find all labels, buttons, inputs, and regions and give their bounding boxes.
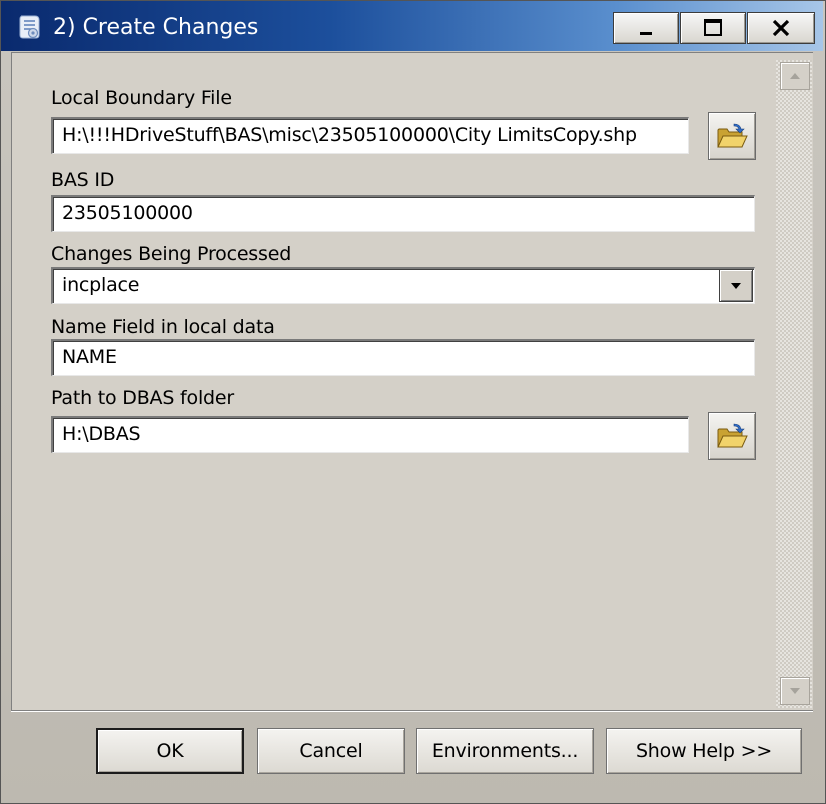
close-icon [772,19,790,37]
chevron-up-icon [790,73,800,79]
changes-processed-label: Changes Being Processed [51,243,292,265]
bas-id-label: BAS ID [51,169,115,191]
scroll-down-button[interactable] [780,677,810,705]
ok-button[interactable]: OK [96,728,244,774]
window-title: 2) Create Changes [53,15,259,40]
minimize-button[interactable] [613,12,679,44]
environments-button[interactable]: Environments... [416,728,594,774]
name-field-label: Name Field in local data [51,316,275,338]
script-tool-icon [15,13,43,41]
maximize-icon [704,19,722,36]
bas-id-input[interactable]: 23505100000 [51,195,755,232]
open-folder-icon [717,123,748,148]
maximize-button[interactable] [680,12,746,44]
footer-divider [11,710,813,712]
title-bar[interactable]: 2) Create Changes [1,1,823,51]
browse-dbas-folder-button[interactable] [708,412,756,460]
vertical-scrollbar[interactable] [776,60,812,708]
chevron-down-icon [790,688,800,694]
scroll-up-button[interactable] [780,62,810,90]
chevron-down-icon [731,282,741,289]
minimize-icon [640,32,652,35]
close-button[interactable] [747,12,815,44]
changes-processed-select[interactable]: incplace [51,267,755,304]
local-boundary-file-label: Local Boundary File [51,87,232,109]
dbas-path-input[interactable]: H:\DBAS [51,416,689,453]
changes-processed-dropdown-button[interactable] [719,269,753,302]
open-folder-icon [717,423,748,448]
show-help-button[interactable]: Show Help >> [606,728,802,774]
dbas-path-label: Path to DBAS folder [51,387,235,409]
browse-boundary-file-button[interactable] [708,112,756,160]
cancel-button[interactable]: Cancel [257,728,405,774]
name-field-input[interactable]: NAME [51,339,755,376]
local-boundary-file-input[interactable]: H:\!!!HDriveStuff\BAS\misc\23505100000\C… [51,117,689,154]
